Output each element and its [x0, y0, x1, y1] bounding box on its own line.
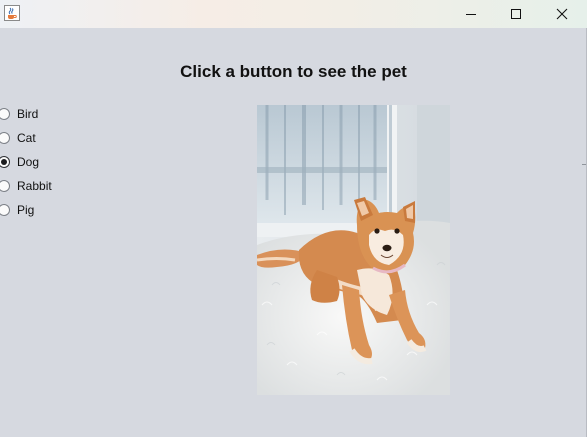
shiba-inu-photo — [257, 105, 450, 395]
minimize-button[interactable] — [448, 0, 494, 28]
minimize-icon — [466, 14, 476, 15]
radio-button-icon[interactable] — [0, 180, 10, 192]
radio-label-cat[interactable]: Cat — [17, 131, 36, 145]
radio-label-bird[interactable]: Bird — [17, 107, 38, 121]
close-button[interactable] — [539, 0, 585, 28]
radio-pig[interactable]: Pig — [0, 201, 34, 219]
content-panel: Click a button to see the pet Bird Cat D… — [0, 28, 587, 437]
window-edge-mark — [582, 164, 586, 165]
radio-button-icon[interactable] — [0, 132, 10, 144]
radio-cat[interactable]: Cat — [0, 129, 36, 147]
page-title: Click a button to see the pet — [180, 62, 407, 81]
java-cup-icon[interactable] — [4, 5, 20, 21]
radio-label-pig[interactable]: Pig — [17, 203, 34, 217]
title-bar — [0, 0, 587, 28]
pet-image — [257, 105, 450, 395]
radio-label-dog[interactable]: Dog — [17, 155, 39, 169]
radio-button-selected-icon[interactable] — [0, 156, 10, 168]
radio-label-rabbit[interactable]: Rabbit — [17, 179, 52, 193]
radio-rabbit[interactable]: Rabbit — [0, 177, 52, 195]
close-icon — [556, 8, 568, 20]
radio-button-icon[interactable] — [0, 204, 10, 216]
maximize-icon — [511, 9, 521, 19]
maximize-button[interactable] — [493, 0, 539, 28]
radio-bird[interactable]: Bird — [0, 105, 38, 123]
radio-button-icon[interactable] — [0, 108, 10, 120]
radio-dog[interactable]: Dog — [0, 153, 39, 171]
